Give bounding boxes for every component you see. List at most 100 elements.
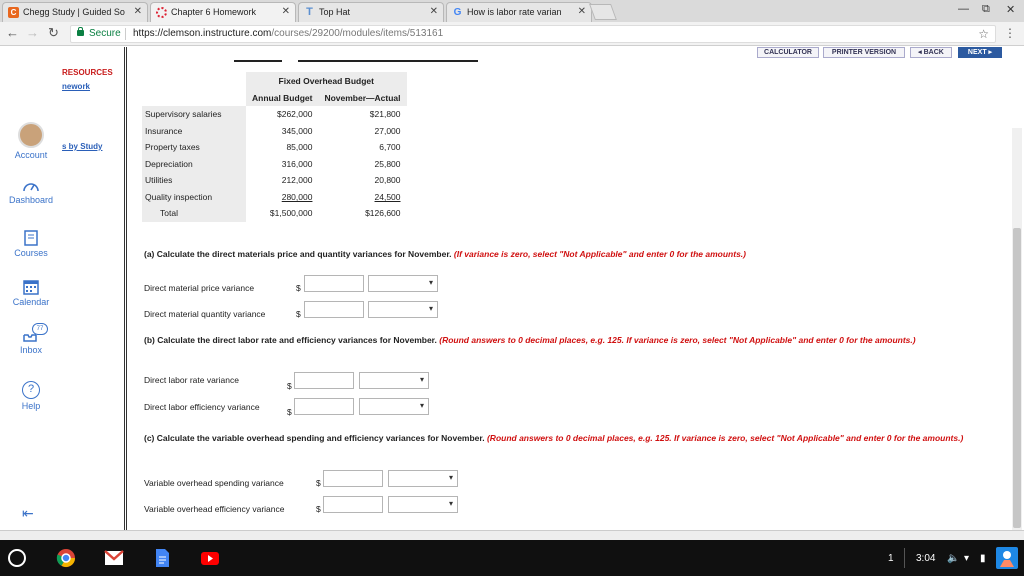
chrome-menu-icon[interactable]: ⋮ [1004, 26, 1016, 40]
tab-title: Chegg Study | Guided So [23, 7, 125, 17]
question-c: (c) Calculate the variable overhead spen… [144, 433, 964, 443]
next-button[interactable]: NEXT ▸ [958, 47, 1002, 58]
currency-symbol: $ [296, 283, 301, 293]
collapse-nav-icon[interactable]: ⇤ [22, 505, 34, 522]
homework-link[interactable]: nework [62, 82, 90, 91]
question-b: (b) Calculate the direct labor rate and … [144, 335, 916, 345]
restore-icon[interactable]: ⧉ [982, 3, 990, 16]
assignment-toolbar: CALCULATOR PRINTER VERSION ◂ BACK NEXT ▸ [0, 47, 1024, 59]
bookmark-star-icon[interactable]: ☆ [978, 26, 989, 42]
close-tab-icon[interactable]: ✕ [134, 3, 142, 21]
scrollbar-thumb[interactable] [1013, 228, 1021, 528]
question-content: Fixed Overhead Budget Annual Budget Nove… [128, 62, 996, 530]
volume-icon[interactable]: 🔈 [947, 553, 959, 564]
global-nav-help[interactable]: ? Help [0, 381, 62, 411]
tab-title: Top Hat [319, 7, 351, 17]
vo-efficiency-variance-select[interactable] [388, 496, 458, 513]
browser-tab-strip: C Chegg Study | Guided So ✕ Chapter 6 Ho… [0, 0, 1024, 22]
tab-google-search[interactable]: G How is labor rate varian ✕ [446, 2, 592, 22]
global-nav-account[interactable]: Account [0, 122, 62, 160]
google-favicon-icon: G [453, 7, 462, 18]
dl-efficiency-variance-input[interactable] [294, 398, 354, 415]
currency-symbol: $ [316, 504, 321, 514]
battery-icon[interactable]: ▮ [980, 553, 986, 564]
global-nav-courses[interactable]: Courses [0, 230, 62, 258]
forward-arrow-icon[interactable]: → [26, 25, 39, 40]
table-row-total: Total $1,500,000 $126,600 [142, 205, 407, 222]
currency-symbol: $ [296, 309, 301, 319]
chegg-favicon-icon: C [8, 7, 19, 18]
gmail-app-icon[interactable] [104, 548, 124, 568]
dl-efficiency-variance-label: Direct labor efficiency variance [144, 402, 260, 412]
browser-toolbar: ← → ↻ Secure https://clemson.instructure… [0, 22, 1024, 46]
dl-rate-variance-input[interactable] [294, 372, 354, 389]
wifi-icon[interactable]: ▾ [964, 553, 969, 564]
user-avatar-icon[interactable] [996, 547, 1018, 569]
vo-spending-variance-label: Variable overhead spending variance [144, 478, 284, 488]
docs-app-icon[interactable] [152, 548, 172, 568]
chrome-app-icon[interactable] [56, 548, 76, 568]
lock-icon [77, 27, 84, 36]
address-bar[interactable]: Secure https://clemson.instructure.com/c… [70, 25, 996, 43]
calendar-icon [23, 280, 39, 295]
close-tab-icon[interactable]: ✕ [578, 3, 586, 21]
global-nav-calendar[interactable]: Calendar [0, 279, 62, 307]
dm-quantity-variance-input[interactable] [304, 301, 364, 318]
tab-title: Chapter 6 Homework [171, 7, 257, 17]
fixed-overhead-budget-table: Fixed Overhead Budget Annual Budget Nove… [142, 72, 407, 222]
calculator-button[interactable]: CALCULATOR [757, 47, 819, 58]
table-row: Quality inspection 280,000 24,500 [142, 188, 407, 205]
vo-spending-variance-input[interactable] [323, 470, 383, 487]
vo-efficiency-variance-input[interactable] [323, 496, 383, 513]
chromeos-shelf: 1 3:04 🔈 ▾ ▮ [0, 540, 1024, 576]
panel-divider [124, 47, 127, 530]
close-tab-icon[interactable]: ✕ [430, 3, 438, 21]
column-header: Annual Budget [246, 89, 319, 106]
new-tab-button[interactable] [589, 4, 617, 20]
dl-efficiency-variance-select[interactable] [359, 398, 429, 415]
launcher-icon[interactable] [8, 549, 26, 567]
currency-symbol: $ [316, 478, 321, 488]
table-row: Depreciation 316,000 25,800 [142, 155, 407, 172]
dl-rate-variance-select[interactable] [359, 372, 429, 389]
tab-chegg[interactable]: C Chegg Study | Guided So ✕ [2, 2, 148, 22]
dm-price-variance-input[interactable] [304, 275, 364, 292]
notification-count[interactable]: 1 [888, 553, 894, 564]
table-row: Supervisory salaries $262,000 $21,800 [142, 106, 407, 123]
dm-quantity-variance-label: Direct material quantity variance [144, 309, 266, 319]
youtube-app-icon[interactable] [200, 548, 220, 568]
global-nav-dashboard[interactable]: Dashboard [0, 179, 62, 205]
vo-spending-variance-select[interactable] [388, 470, 458, 487]
secure-label: Secure [89, 28, 121, 39]
url-text: https://clemson.instructure.com/courses/… [133, 28, 444, 39]
tab-chapter6-homework[interactable]: Chapter 6 Homework ✕ [150, 2, 296, 22]
table-row: Property taxes 85,000 6,700 [142, 139, 407, 156]
inbox-unread-badge: 77 [32, 323, 48, 335]
back-arrow-icon[interactable]: ← [6, 25, 19, 40]
help-question-icon: ? [22, 381, 40, 399]
currency-symbol: $ [287, 407, 292, 417]
dm-price-variance-select[interactable] [368, 275, 438, 292]
global-nav-inbox[interactable]: Inbox 77 [0, 323, 62, 355]
tab-title: How is labor rate varian [467, 7, 562, 17]
study-link[interactable]: s by Study [62, 142, 102, 151]
close-tab-icon[interactable]: ✕ [282, 3, 290, 21]
close-window-icon[interactable]: ✕ [1006, 3, 1015, 16]
canvas-global-nav: Account Dashboard Courses Calendar Inbox… [0, 47, 62, 530]
clock[interactable]: 3:04 [916, 553, 935, 564]
dl-rate-variance-label: Direct labor rate variance [144, 375, 239, 385]
back-button[interactable]: ◂ BACK [910, 47, 952, 58]
minimize-icon[interactable]: — [958, 3, 969, 15]
tab-top-hat[interactable]: T Top Hat ✕ [298, 2, 444, 22]
currency-symbol: $ [287, 381, 292, 391]
horizontal-scrollbar[interactable] [0, 530, 1024, 540]
clemson-paw-logo-icon[interactable] [8, 59, 56, 107]
column-header: November—Actual [318, 89, 407, 106]
vo-efficiency-variance-label: Variable overhead efficiency variance [144, 504, 285, 514]
dm-quantity-variance-select[interactable] [368, 301, 438, 318]
tophat-favicon-icon: T [306, 6, 313, 18]
dashboard-gauge-icon [23, 183, 39, 192]
table-row: Utilities 212,000 20,800 [142, 172, 407, 189]
printer-version-button[interactable]: PRINTER VERSION [823, 47, 905, 58]
reload-icon[interactable]: ↻ [48, 25, 59, 41]
